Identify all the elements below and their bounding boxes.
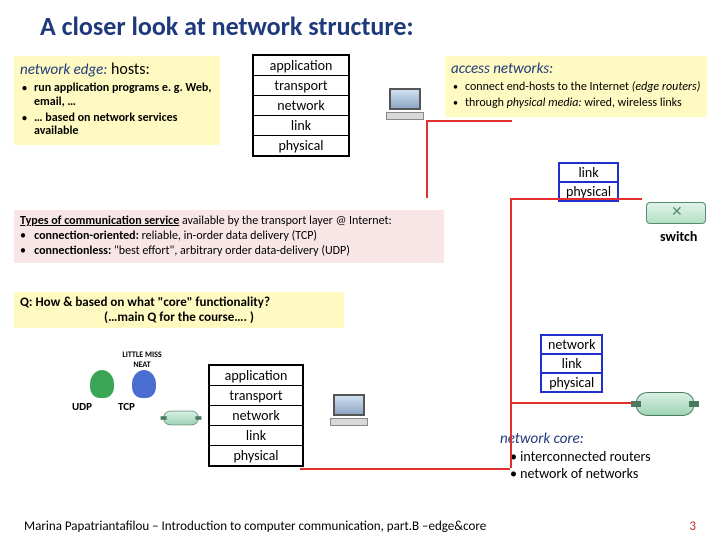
mini-stack-link-phys: link physical xyxy=(558,162,619,200)
footer-text: Marina Papatriantafilou – Introduction t… xyxy=(24,519,486,534)
types-b2: • connectionless: "best effort", arbitra… xyxy=(20,244,438,259)
access-box: access networks: connect end-hosts to th… xyxy=(445,56,707,117)
pc-icon-bottom xyxy=(328,394,370,432)
footer: Marina Papatriantafilou – Introduction t… xyxy=(24,519,696,534)
core-list: interconnected routers network of networ… xyxy=(510,448,651,482)
switch-label: switch xyxy=(660,228,697,245)
little-miss-label: LITTLE MISS NEAT xyxy=(122,350,162,370)
edge-header: network edge: hosts: xyxy=(20,60,214,79)
slide-title: A closer look at network structure: xyxy=(0,0,720,44)
pc-icon-top xyxy=(384,88,426,126)
mini2-phys: physical xyxy=(540,372,603,393)
mini-link: link xyxy=(558,162,619,183)
net-line-4 xyxy=(426,120,428,198)
stack-top-transport: transport xyxy=(254,76,348,96)
stack-top: application transport network link physi… xyxy=(252,54,350,157)
mini2-link: link xyxy=(540,353,603,374)
q-line2: (…main Q for the course…. ) xyxy=(20,310,338,325)
access-header: access networks: xyxy=(451,60,701,78)
char-udp xyxy=(90,370,114,398)
switch-icon xyxy=(646,202,706,224)
edge-item-1: run application programs e. g. Web, emai… xyxy=(20,82,214,110)
access-item-1: connect end-hosts to the Internet (edge … xyxy=(451,81,701,95)
edge-list: run application programs e. g. Web, emai… xyxy=(20,82,214,139)
router-icon xyxy=(636,392,694,416)
udp-label: UDP xyxy=(72,400,92,413)
stack-bot-application: application xyxy=(210,366,302,386)
stack-top-network: network xyxy=(254,96,348,116)
stack-bot-transport: transport xyxy=(210,386,302,406)
net-line-6 xyxy=(510,402,632,404)
types-box: Types of communication service available… xyxy=(14,210,444,263)
q-line1: Q: How & based on what "core" functional… xyxy=(20,295,338,310)
stack-top-link: link xyxy=(254,116,348,136)
mini-stack-net: network link physical xyxy=(540,334,603,391)
router-small-icon xyxy=(164,411,199,425)
net-line-2 xyxy=(510,198,512,468)
stack-top-application: application xyxy=(254,56,348,76)
stack-bottom: application transport network link physi… xyxy=(208,364,304,467)
page-number: 3 xyxy=(689,519,696,534)
edge-header-ital: network edge: xyxy=(20,61,107,79)
net-line-1 xyxy=(300,468,510,470)
stack-top-physical: physical xyxy=(254,136,348,155)
mini2-network: network xyxy=(540,334,603,355)
types-title: Types of communication service available… xyxy=(20,214,438,229)
core-b1: interconnected routers xyxy=(510,448,651,465)
access-item-2: through physical media: wired, wireless … xyxy=(451,97,701,111)
net-line-3 xyxy=(426,120,512,122)
access-list: connect end-hosts to the Internet (edge … xyxy=(451,81,701,111)
stack-bot-physical: physical xyxy=(210,446,302,465)
stack-bot-network: network xyxy=(210,406,302,426)
edge-header-rest: hosts: xyxy=(107,60,149,79)
net-line-5 xyxy=(510,198,642,200)
edge-item-2: … based on network services available xyxy=(20,112,214,140)
q-box: Q: How & based on what "core" functional… xyxy=(14,292,344,328)
edge-box: network edge: hosts: run application pro… xyxy=(14,56,220,145)
core-header: network core: xyxy=(500,430,584,448)
char-tcp xyxy=(132,370,156,398)
tcp-label: TCP xyxy=(118,400,135,413)
core-b2: network of networks xyxy=(510,465,651,482)
stack-bot-link: link xyxy=(210,426,302,446)
types-b1: • connection-oriented: reliable, in-orde… xyxy=(20,229,438,244)
